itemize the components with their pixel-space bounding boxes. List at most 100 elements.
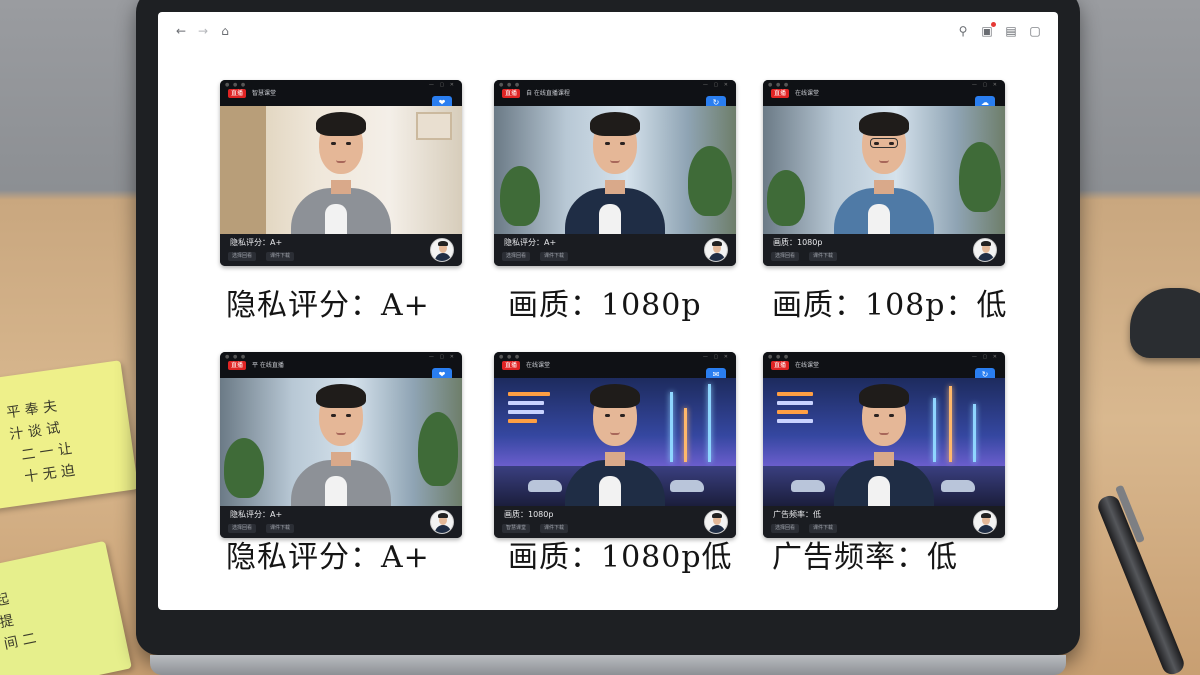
presenter-hair <box>859 384 909 408</box>
card-footer: 隐私评分：A+ 选择回看 课件下载 <box>494 234 736 266</box>
window-dots: ● ● ● <box>499 82 521 88</box>
app-logo: 直播 <box>228 361 246 370</box>
replay-button[interactable]: 选择回看 <box>228 252 257 261</box>
presenter-eye <box>346 414 351 417</box>
document-icon[interactable]: ▤ <box>1004 24 1018 38</box>
video-caption: 隐私评分：A+ <box>230 510 283 519</box>
avatar[interactable] <box>704 510 728 534</box>
presenter <box>824 106 944 234</box>
presenter <box>281 378 401 506</box>
window-controls[interactable]: — ▢ ✕ <box>703 82 730 88</box>
window-controls[interactable]: — ▢ ✕ <box>972 354 999 360</box>
presenter-shirt <box>599 204 621 234</box>
replay-button[interactable]: 选择回看 <box>502 252 531 261</box>
notification-dot <box>991 22 996 27</box>
sticky-note-bottom: 起 提 间 二 <box>0 540 132 675</box>
sticky-note-text: 平 奉 夫 汁 谈 试 二 一 让 十 无 迫 <box>5 398 77 487</box>
plant <box>688 146 732 216</box>
window-dots: ● ● ● <box>225 354 247 360</box>
download-button[interactable]: 课件下载 <box>809 252 838 261</box>
card-label-2: 画质：1080p <box>508 288 702 323</box>
presenter-eye <box>605 414 610 417</box>
presenter-neck <box>874 452 894 466</box>
card-label-3: 画质：108p：低 <box>772 288 1008 323</box>
card-label-5: 画质：1080p低 <box>508 540 733 575</box>
window-controls[interactable]: — ▢ ✕ <box>703 354 730 360</box>
presenter-eye <box>346 142 351 145</box>
presenter-mouth <box>336 160 346 163</box>
extensions-icon[interactable]: ▣ <box>980 22 996 38</box>
search-icon[interactable]: ⚲ <box>956 24 970 38</box>
presenter <box>555 378 675 506</box>
window-icon[interactable]: ▢ <box>1028 24 1042 38</box>
video-card-6[interactable]: ● ● ● — ▢ ✕ 直播 在线课堂 ↻ 广告频率：低 选择回看 课件下载 <box>763 352 1005 538</box>
video-card-1[interactable]: ● ● ● — ▢ ✕ 直播 智慧课堂 ❤ 隐私评分：A+ 选择回看 课件下载 <box>220 80 462 266</box>
replay-button[interactable]: 选择回看 <box>771 252 800 261</box>
avatar[interactable] <box>430 238 454 262</box>
card-title: 平 在线直播 <box>252 362 284 369</box>
presenter-shirt <box>599 476 621 506</box>
avatar[interactable] <box>973 510 997 534</box>
card-titlebar: ● ● ● — ▢ ✕ 直播 在线课堂 <box>494 352 736 378</box>
video-card-4[interactable]: ● ● ● — ▢ ✕ 直播 平 在线直播 ❤ 隐私评分：A+ 选择回看 课件下 <box>220 352 462 538</box>
sticky-note-text: 起 提 间 二 <box>0 591 38 653</box>
avatar[interactable] <box>430 510 454 534</box>
video-card-5[interactable]: ● ● ● — ▢ ✕ 直播 在线课堂 ✉ 画质：1080p 智慧课堂 课件下载 <box>494 352 736 538</box>
presenter-shirt <box>325 476 347 506</box>
video-caption: 画质：1080p <box>504 510 554 519</box>
car <box>670 480 704 492</box>
home-icon[interactable]: ⌂ <box>218 24 232 38</box>
video-caption: 画质：1080p <box>773 238 823 247</box>
avatar-figure <box>435 513 451 533</box>
video-frame[interactable] <box>763 106 1005 234</box>
plant <box>767 170 805 226</box>
presenter-hair <box>316 112 366 136</box>
video-frame[interactable] <box>220 378 462 506</box>
video-card-3[interactable]: ● ● ● — ▢ ✕ 直播 在线课堂 ☁ 画质：1080p 选择回看 课件下载 <box>763 80 1005 266</box>
computer-mouse <box>1130 288 1200 358</box>
card-label-4: 隐私评分：A+ <box>226 540 430 575</box>
card-footer: 画质：1080p 选择回看 课件下载 <box>763 234 1005 266</box>
presenter-hair <box>590 384 640 408</box>
window-controls[interactable]: — ▢ ✕ <box>429 354 456 360</box>
avatar-figure <box>435 241 451 261</box>
video-card-2[interactable]: ● ● ● — ▢ ✕ 直播 自 在线直播课程 ↻ 隐私评分：A+ 选择回看 课 <box>494 80 736 266</box>
window-dots: ● ● ● <box>768 354 790 360</box>
presenter-eye <box>620 414 625 417</box>
download-button[interactable]: 课件下载 <box>540 252 569 261</box>
presenter-shirt <box>868 476 890 506</box>
presenter-eye <box>874 414 879 417</box>
avatar-figure <box>709 513 725 533</box>
forward-arrow-icon[interactable]: → <box>196 24 210 38</box>
laptop-base <box>150 655 1066 675</box>
back-arrow-icon[interactable]: ← <box>174 24 188 38</box>
video-caption: 隐私评分：A+ <box>230 238 283 247</box>
window-controls[interactable]: — ▢ ✕ <box>429 82 456 88</box>
card-title: 在线课堂 <box>795 362 820 369</box>
video-caption: 隐私评分：A+ <box>504 238 557 247</box>
card-title: 自 在线直播课程 <box>526 90 570 97</box>
video-frame[interactable] <box>494 106 736 234</box>
card-titlebar: ● ● ● — ▢ ✕ 直播 在线课堂 <box>763 80 1005 106</box>
avatar[interactable] <box>704 238 728 262</box>
card-titlebar: ● ● ● — ▢ ✕ 直播 平 在线直播 <box>220 352 462 378</box>
video-frame[interactable] <box>763 378 1005 506</box>
presenter-neck <box>874 180 894 194</box>
neon-tower <box>973 404 976 462</box>
avatar-figure <box>709 241 725 261</box>
presenter-eye <box>331 142 336 145</box>
window-dots: ● ● ● <box>499 354 521 360</box>
wall-picture <box>416 112 452 140</box>
download-button[interactable]: 课件下载 <box>266 252 295 261</box>
presenter-shirt <box>325 204 347 234</box>
laptop-screen: ← → ⌂ ⚲ ▣ ▤ ▢ ● ● ● — ▢ ✕ 直播 智慧课堂 ❤ 隐私评分… <box>158 12 1058 610</box>
presenter-eye <box>605 142 610 145</box>
avatar[interactable] <box>973 238 997 262</box>
video-frame[interactable] <box>494 378 736 506</box>
presenter-mouth <box>336 432 346 435</box>
video-caption: 广告频率：低 <box>773 510 821 519</box>
window-controls[interactable]: — ▢ ✕ <box>972 82 999 88</box>
video-frame[interactable] <box>220 106 462 234</box>
presenter-mouth <box>610 432 620 435</box>
app-logo: 直播 <box>502 361 520 370</box>
